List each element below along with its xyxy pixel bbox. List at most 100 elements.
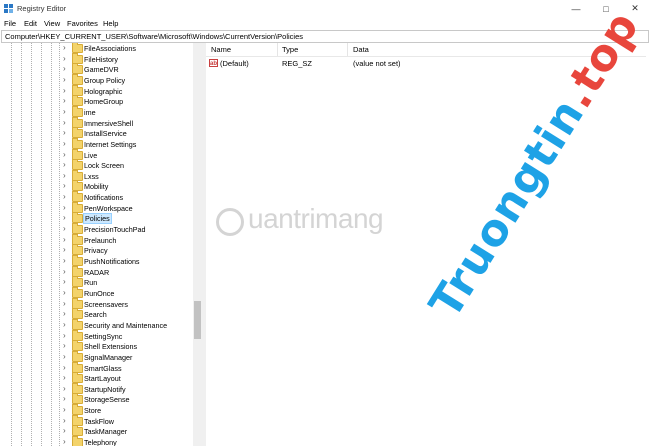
tree-item[interactable]: › TaskFlow [1, 414, 193, 427]
tree-item[interactable]: › Security and Maintenance [1, 318, 193, 331]
chevron-right-icon[interactable]: › [63, 128, 70, 138]
chevron-right-icon[interactable]: › [63, 192, 70, 202]
tree-item[interactable]: › RADAR [1, 265, 193, 278]
column-separator[interactable] [347, 43, 348, 56]
folder-icon [72, 73, 83, 85]
tree-item[interactable]: › Search [1, 308, 193, 320]
chevron-right-icon[interactable]: › [63, 341, 70, 351]
folder-icon [72, 372, 83, 384]
chevron-right-icon[interactable]: › [63, 437, 70, 446]
chevron-right-icon[interactable]: › [63, 394, 70, 404]
address-bar[interactable]: Computer\HKEY_CURRENT_USER\Software\Micr… [1, 30, 649, 43]
chevron-right-icon[interactable]: › [63, 181, 70, 191]
chevron-right-icon[interactable]: › [63, 277, 70, 287]
tree-item[interactable]: › SettingSync [1, 329, 193, 342]
menu-file[interactable]: File [4, 19, 16, 28]
key-tree-pane[interactable]: › FileAssociations › FileHistory › GameDVR › Gr… [1, 43, 203, 446]
tree-item[interactable]: › PenWorkspace [1, 201, 193, 214]
chevron-right-icon[interactable]: › [63, 267, 70, 277]
tree-item-label: TaskFlow [84, 416, 114, 426]
tree-item[interactable]: › Store [1, 404, 193, 416]
chevron-right-icon[interactable]: › [63, 309, 70, 319]
tree-item[interactable]: › StartLayout [1, 372, 193, 384]
column-type[interactable]: Type [282, 45, 298, 54]
chevron-right-icon[interactable]: › [63, 150, 70, 160]
chevron-right-icon[interactable]: › [63, 54, 70, 64]
tree-item[interactable]: › SignalManager [1, 350, 193, 363]
chevron-right-icon[interactable]: › [63, 171, 70, 181]
tree-item[interactable]: › StartupNotify [1, 382, 193, 395]
tree-item[interactable]: › Live [1, 148, 193, 161]
chevron-right-icon[interactable]: › [63, 160, 70, 170]
tree-item[interactable]: › Mobility [1, 180, 193, 192]
tree-item[interactable]: › FileAssociations [1, 43, 193, 54]
chevron-right-icon[interactable]: › [63, 288, 70, 298]
tree-item[interactable]: › Group Policy [1, 73, 193, 86]
tree-item-label: Mobility [84, 182, 109, 192]
chevron-right-icon[interactable]: › [63, 203, 70, 213]
chevron-right-icon[interactable]: › [63, 256, 70, 266]
chevron-right-icon[interactable]: › [63, 299, 70, 309]
chevron-right-icon[interactable]: › [63, 86, 70, 96]
tree-item[interactable]: › PushNotifications [1, 255, 193, 267]
tree-item[interactable]: › Shell Extensions [1, 340, 193, 352]
tree-item[interactable]: › Notifications [1, 191, 193, 203]
tree-item[interactable]: › Internet Settings [1, 137, 193, 150]
chevron-right-icon[interactable]: › [63, 43, 70, 53]
chevron-right-icon[interactable]: › [63, 320, 70, 330]
tree-item[interactable]: › Run [1, 276, 193, 288]
folder-icon [72, 169, 83, 181]
tree-item[interactable]: › Screensavers [1, 297, 193, 310]
tree-item[interactable]: › HomeGroup [1, 95, 193, 107]
tree-item[interactable]: › Telephony [1, 436, 193, 446]
tree-item[interactable]: › Holographic [1, 84, 193, 97]
tree-item-label: Internet Settings [84, 139, 137, 149]
tree-item[interactable]: › Lxss [1, 169, 193, 182]
tree-item-label: ime [84, 107, 96, 117]
tree-item-label: SettingSync [84, 331, 123, 341]
chevron-right-icon[interactable]: › [63, 118, 70, 128]
menu-favorites[interactable]: Favorites [67, 19, 98, 28]
tree-scrollbar[interactable] [193, 43, 202, 446]
chevron-right-icon[interactable]: › [63, 107, 70, 117]
chevron-right-icon[interactable]: › [63, 373, 70, 383]
menu-help[interactable]: Help [103, 19, 118, 28]
tree-item[interactable]: › GameDVR [1, 63, 193, 75]
chevron-right-icon[interactable]: › [63, 363, 70, 373]
column-separator[interactable] [277, 43, 278, 56]
tree-item[interactable]: › FileHistory [1, 52, 193, 65]
menu-view[interactable]: View [44, 19, 60, 28]
chevron-right-icon[interactable]: › [63, 384, 70, 394]
column-name[interactable]: Name [211, 45, 231, 54]
chevron-right-icon[interactable]: › [63, 213, 70, 223]
chevron-right-icon[interactable]: › [63, 224, 70, 234]
tree-item[interactable]: › PrecisionTouchPad [1, 223, 193, 235]
chevron-right-icon[interactable]: › [63, 75, 70, 85]
minimize-button[interactable]: — [563, 0, 589, 17]
tree-item[interactable]: › Prelaunch [1, 233, 193, 246]
tree-item[interactable]: › InstallService [1, 127, 193, 139]
chevron-right-icon[interactable]: › [63, 426, 70, 436]
tree-item[interactable]: › SmartGlass [1, 361, 193, 374]
tree-item[interactable]: › ime [1, 105, 193, 118]
tree-item[interactable]: › Lock Screen [1, 159, 193, 171]
tree-item[interactable]: › TaskManager [1, 425, 193, 437]
chevron-right-icon[interactable]: › [63, 96, 70, 106]
chevron-right-icon[interactable]: › [63, 139, 70, 149]
tree-scroll-thumb[interactable] [194, 301, 201, 339]
chevron-right-icon[interactable]: › [63, 352, 70, 362]
tree-item[interactable]: › StorageSense [1, 393, 193, 405]
tree-item[interactable]: › Privacy [1, 244, 193, 256]
tree-item-label: Search [84, 310, 107, 320]
chevron-right-icon[interactable]: › [63, 416, 70, 426]
chevron-right-icon[interactable]: › [63, 64, 70, 74]
menu-edit[interactable]: Edit [24, 19, 37, 28]
tree-item[interactable]: › Policies [1, 212, 193, 225]
chevron-right-icon[interactable]: › [63, 405, 70, 415]
tree-item[interactable]: › RunOnce [1, 286, 193, 299]
chevron-right-icon[interactable]: › [63, 245, 70, 255]
chevron-right-icon[interactable]: › [63, 235, 70, 245]
tree-item[interactable]: › ImmersiveShell [1, 116, 193, 129]
chevron-right-icon[interactable]: › [63, 331, 70, 341]
column-data[interactable]: Data [353, 45, 369, 54]
